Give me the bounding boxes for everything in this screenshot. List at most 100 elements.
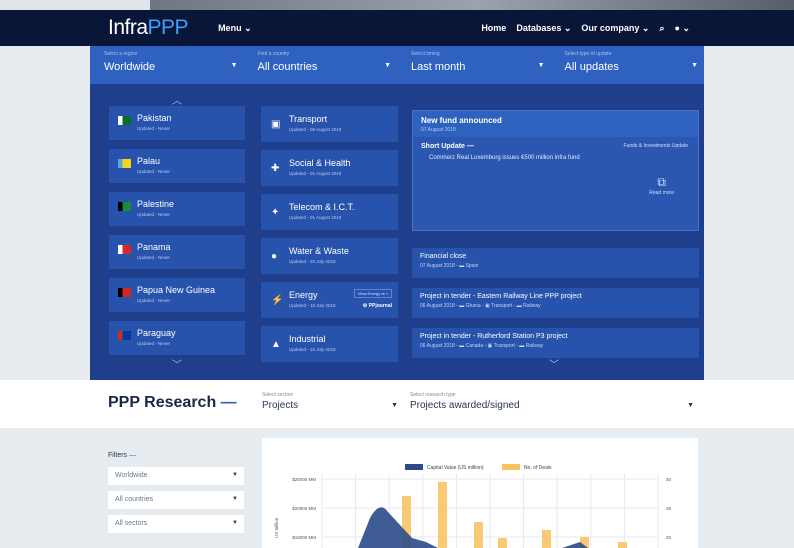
sector-item[interactable]: ✦ Telecom & I.C.T. Updated - 01 August 201… bbox=[261, 194, 398, 230]
research-type-select[interactable]: Select research type Projects awarded/si… bbox=[410, 392, 694, 411]
nav-links: Home Databases ⌄ Our company ⌄ ⌕ ● ⌄ bbox=[481, 23, 690, 34]
country-label: Find a country bbox=[257, 51, 290, 57]
read-more-label: Read more bbox=[649, 190, 674, 196]
news-feature-card[interactable]: New fund announced 07 August 2018 Short … bbox=[412, 110, 699, 231]
y-tick-label-right: 30 bbox=[666, 477, 672, 482]
nav-databases[interactable]: Databases ⌄ bbox=[516, 23, 571, 34]
sector-updated: Updated - 30 July 2018 bbox=[289, 259, 336, 264]
legend-label-area: Capital Value (US million) bbox=[427, 465, 484, 471]
region-select[interactable]: Select a region Worldwide ▼ bbox=[104, 46, 244, 84]
lightning-icon: ⚡ bbox=[271, 295, 284, 306]
caret-down-icon: ▼ bbox=[230, 62, 238, 69]
water-drop-icon: ● bbox=[271, 251, 278, 262]
news-item-title: Project in tender - Eastern Railway Line… bbox=[420, 293, 582, 300]
filter-region[interactable]: Worldwide ▼ bbox=[108, 467, 244, 485]
filter-country[interactable]: All countries ▼ bbox=[108, 491, 244, 509]
filter-sector[interactable]: All sectors ▼ bbox=[108, 515, 244, 533]
timing-select[interactable]: Select timing Last month ▼ bbox=[411, 46, 551, 84]
country-name: Palau bbox=[137, 156, 161, 166]
research-chart: Capital Value (US million) No. of Deals … bbox=[262, 438, 698, 548]
news-item[interactable]: Project in tender - Rutherford Station P… bbox=[412, 328, 699, 358]
country-name: Paraguay bbox=[137, 328, 176, 338]
country-updated: Updated - Never bbox=[137, 126, 171, 131]
news-scroll-down-arrow-icon[interactable]: ﹀ bbox=[549, 356, 559, 371]
section-select[interactable]: Select section Projects ▼ bbox=[262, 392, 398, 411]
y-tick-label-left: $25000 MM bbox=[292, 477, 316, 482]
research-title-text: PPP Research bbox=[108, 394, 217, 411]
bar bbox=[474, 522, 483, 548]
y-tick-label-left: $20000 MM bbox=[292, 506, 316, 511]
sector-item[interactable]: ● Water & Waste Updated - 30 July 2018 bbox=[261, 238, 398, 274]
partner-logo-text: PPjournal bbox=[368, 303, 392, 309]
external-link-icon: ⧉ bbox=[657, 175, 666, 189]
news-feature-body: Short Update — Funds & Investments Updat… bbox=[413, 137, 698, 232]
nav-databases-label: Databases bbox=[516, 22, 562, 33]
flag-icon bbox=[118, 116, 131, 125]
news-item-title: Project in tender - Rutherford Station P… bbox=[420, 333, 568, 340]
country-item[interactable]: Palestine Updated - Never bbox=[109, 192, 245, 226]
section-select-label: Select section bbox=[262, 392, 294, 398]
menu-label: Menu bbox=[218, 22, 242, 33]
energy-link-badge[interactable]: View Energy at » bbox=[353, 289, 392, 298]
news-item-meta: 06 August 2018 - ▬ Canada - ▣ Transport … bbox=[420, 343, 544, 349]
search-icon[interactable]: ⌕ bbox=[659, 23, 664, 34]
timing-value: Last month bbox=[411, 61, 466, 73]
scroll-up-arrow-icon[interactable]: ︿ bbox=[172, 92, 182, 107]
country-item[interactable]: Paraguay Updated - Never bbox=[109, 321, 245, 355]
country-select[interactable]: Find a country All countries ▼ bbox=[258, 46, 398, 84]
news-item-title: Financial close bbox=[420, 253, 467, 260]
flag-icon bbox=[118, 159, 131, 168]
sector-item[interactable]: ⚡ Energy Updated - 18 July 2018 View Energy… bbox=[261, 282, 398, 318]
sector-name: Telecom & I.C.T. bbox=[289, 202, 355, 212]
sector-item[interactable]: ▣ Transport Updated - 08 August 2018 bbox=[261, 106, 398, 142]
sector-name: Industrial bbox=[289, 334, 326, 344]
partner-logo[interactable]: ⚙ PPjournal bbox=[363, 303, 392, 309]
legend-label-bar: No. of Deals bbox=[524, 465, 552, 471]
filter-country-value: All countries bbox=[115, 496, 154, 503]
country-name: Pakistan bbox=[137, 113, 172, 123]
caret-down-icon: ▼ bbox=[232, 472, 238, 478]
news-item[interactable]: Project in tender - Eastern Railway Line… bbox=[412, 288, 699, 318]
update-type-label: Select type of update bbox=[564, 51, 612, 57]
bar bbox=[438, 482, 447, 548]
y-axis-label: US million bbox=[274, 517, 279, 538]
country-item[interactable]: Palau Updated - Never bbox=[109, 149, 245, 183]
chart-svg: Capital Value (US million) No. of Deals … bbox=[274, 464, 672, 548]
caret-down-icon: ▼ bbox=[537, 62, 545, 69]
country-name: Palestine bbox=[137, 199, 175, 209]
filters-title: Filters — bbox=[108, 452, 137, 459]
menu-button[interactable]: Menu ⌄ bbox=[218, 23, 252, 34]
satellite-icon: ✦ bbox=[271, 207, 280, 218]
nav-home[interactable]: Home bbox=[481, 23, 506, 33]
nav-our-company[interactable]: Our company ⌄ bbox=[581, 23, 649, 34]
update-type-select[interactable]: Select type of update All updates ▼ bbox=[565, 46, 705, 84]
news-feature-date: 07 August 2018 bbox=[421, 127, 456, 133]
country-item[interactable]: Pakistan Updated - Never bbox=[109, 106, 245, 140]
logo[interactable]: InfraPPP bbox=[108, 16, 189, 40]
country-updated: Updated - Never bbox=[137, 255, 171, 260]
flag-icon bbox=[118, 331, 131, 340]
country-item[interactable]: Papua New Guinea Updated - Never bbox=[109, 278, 245, 312]
chevron-down-icon: ⌄ bbox=[244, 22, 252, 33]
news-feature-title: New fund announced bbox=[421, 116, 502, 125]
news-item[interactable]: Financial close 07 August 2018 - ▬ Spain bbox=[412, 248, 699, 278]
section-select-value: Projects bbox=[262, 400, 299, 411]
flag-icon bbox=[118, 245, 131, 254]
sector-updated: Updated - 08 August 2018 bbox=[289, 127, 342, 132]
news-item-meta: 06 August 2018 - ▬ Ghana - ▣ Transport -… bbox=[420, 303, 541, 309]
sector-name: Social & Health bbox=[289, 158, 351, 168]
nav-our-company-label: Our company bbox=[581, 22, 640, 33]
news-item-meta: 07 August 2018 - ▬ Spain bbox=[420, 263, 479, 269]
read-more-link[interactable]: ⧉ Read more bbox=[649, 175, 674, 196]
country-item[interactable]: Panama Updated - Never bbox=[109, 235, 245, 269]
user-icon[interactable]: ● ⌄ bbox=[675, 23, 690, 34]
sector-item[interactable]: ▲ Industrial Updated - 16 July 2018 bbox=[261, 326, 398, 362]
health-icon: ✚ bbox=[271, 163, 280, 174]
country-updated: Updated - Never bbox=[137, 298, 171, 303]
sector-item[interactable]: ✚ Social & Health Updated - 01 August 2018 bbox=[261, 150, 398, 186]
side-filters: Filters — Worldwide ▼ All countries ▼ All … bbox=[108, 452, 244, 539]
logo-text-accent: PPP bbox=[147, 16, 189, 39]
area-series bbox=[358, 507, 438, 548]
news-feature-text: Commerz Real Luxemburg issues €500 milli… bbox=[429, 155, 580, 161]
y-tick-label-right: 20 bbox=[666, 535, 672, 540]
